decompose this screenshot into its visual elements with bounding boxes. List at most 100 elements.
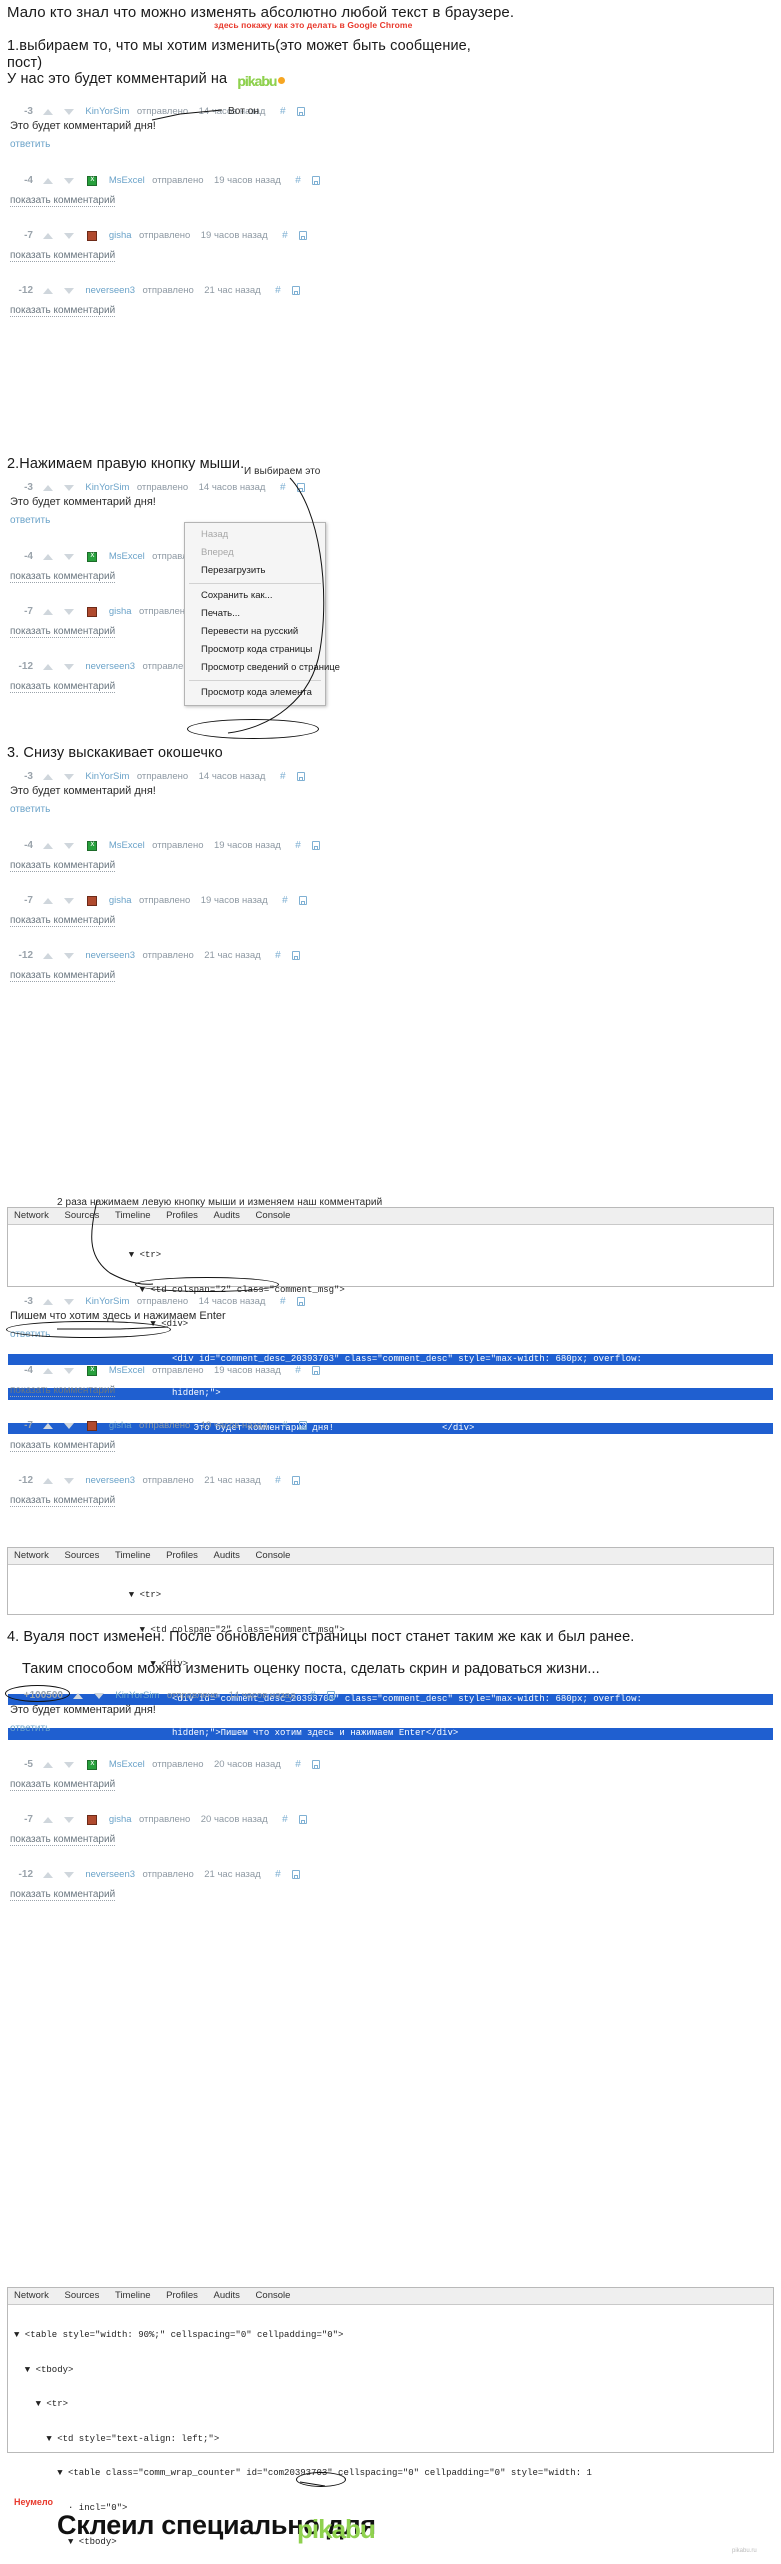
comment-author-link[interactable]: gisha bbox=[109, 230, 132, 241]
tab-console[interactable]: Console bbox=[256, 1208, 291, 1224]
menu-item-reload[interactable]: Перезагрузить bbox=[185, 562, 325, 580]
permalink-icon[interactable]: # bbox=[310, 1690, 316, 1701]
permalink-icon[interactable]: # bbox=[275, 1475, 281, 1486]
show-comment-link[interactable]: показать комментарий bbox=[10, 250, 116, 262]
comment-author-link[interactable]: gisha bbox=[109, 1814, 132, 1825]
tab-audits[interactable]: Audits bbox=[214, 2288, 240, 2304]
downvote-icon[interactable] bbox=[63, 608, 74, 615]
comment-author-link[interactable]: MsExcel bbox=[109, 175, 145, 186]
save-icon[interactable] bbox=[296, 1297, 305, 1307]
comment-author-link[interactable]: KinYorSim bbox=[85, 1296, 129, 1307]
tab-audits[interactable]: Audits bbox=[214, 1548, 240, 1564]
comment-author-link[interactable]: neverseen3 bbox=[85, 285, 135, 296]
save-icon[interactable] bbox=[299, 1815, 308, 1825]
downvote-icon[interactable] bbox=[63, 952, 74, 959]
downvote-icon[interactable] bbox=[63, 553, 74, 560]
permalink-icon[interactable]: # bbox=[282, 895, 288, 906]
show-comment-link[interactable]: показать комментарий bbox=[10, 571, 116, 583]
upvote-icon[interactable] bbox=[43, 232, 54, 239]
permalink-icon[interactable]: # bbox=[275, 285, 281, 296]
permalink-icon[interactable]: # bbox=[275, 950, 281, 961]
devtools-tabbar[interactable]: Network Sources Timeline Profiles Audits… bbox=[8, 1548, 773, 1565]
upvote-icon[interactable] bbox=[43, 897, 54, 904]
upvote-icon[interactable] bbox=[43, 1298, 54, 1305]
downvote-icon[interactable] bbox=[63, 1422, 74, 1429]
tab-network[interactable]: Network bbox=[14, 1548, 49, 1564]
downvote-icon[interactable] bbox=[63, 1367, 74, 1374]
reply-link[interactable]: ответить bbox=[10, 139, 50, 150]
permalink-icon[interactable]: # bbox=[282, 230, 288, 241]
upvote-icon[interactable] bbox=[43, 484, 54, 491]
upvote-icon[interactable] bbox=[43, 1422, 54, 1429]
dom-line[interactable]: ▼ <tr> bbox=[8, 2399, 773, 2411]
downvote-icon[interactable] bbox=[93, 1692, 104, 1699]
show-comment-link[interactable]: показать комментарий bbox=[10, 1385, 116, 1397]
menu-item-print[interactable]: Печать... bbox=[185, 605, 325, 623]
upvote-icon[interactable] bbox=[43, 287, 54, 294]
save-icon[interactable] bbox=[312, 1760, 321, 1770]
save-icon[interactable] bbox=[312, 841, 321, 851]
upvote-icon[interactable] bbox=[73, 1692, 84, 1699]
downvote-icon[interactable] bbox=[63, 773, 74, 780]
menu-item-forward[interactable]: Вперед bbox=[185, 544, 325, 562]
upvote-icon[interactable] bbox=[43, 663, 54, 670]
show-comment-link[interactable]: показать комментарий bbox=[10, 305, 116, 317]
comment-author-link[interactable]: MsExcel bbox=[109, 1365, 145, 1376]
comment-author-link[interactable]: gisha bbox=[109, 606, 132, 617]
downvote-icon[interactable] bbox=[63, 1477, 74, 1484]
permalink-icon[interactable]: # bbox=[280, 1296, 286, 1307]
upvote-icon[interactable] bbox=[43, 553, 54, 560]
comment-author-link[interactable]: KinYorSim bbox=[85, 482, 129, 493]
save-icon[interactable] bbox=[296, 772, 305, 782]
upvote-icon[interactable] bbox=[43, 608, 54, 615]
permalink-icon[interactable]: # bbox=[282, 1420, 288, 1431]
save-icon[interactable] bbox=[299, 1421, 308, 1431]
comment-author-link[interactable]: MsExcel bbox=[109, 551, 145, 562]
permalink-icon[interactable]: # bbox=[280, 482, 286, 493]
comment-author-link[interactable]: neverseen3 bbox=[85, 950, 135, 961]
permalink-icon[interactable]: # bbox=[275, 1869, 281, 1880]
menu-item-save-as[interactable]: Сохранить как... bbox=[185, 587, 325, 605]
show-comment-link[interactable]: показать комментарий bbox=[10, 970, 116, 982]
save-icon[interactable] bbox=[292, 951, 301, 961]
downvote-icon[interactable] bbox=[63, 287, 74, 294]
downvote-icon[interactable] bbox=[63, 842, 74, 849]
show-comment-link[interactable]: показать комментарий bbox=[10, 1495, 116, 1507]
tab-audits[interactable]: Audits bbox=[214, 1208, 240, 1224]
comment-author-link[interactable]: KinYorSim bbox=[85, 771, 129, 782]
downvote-icon[interactable] bbox=[63, 108, 74, 115]
comment-author-link[interactable]: KinYorSim bbox=[115, 1690, 159, 1701]
comment-author-link[interactable]: gisha bbox=[109, 895, 132, 906]
upvote-icon[interactable] bbox=[43, 952, 54, 959]
save-icon[interactable] bbox=[296, 483, 305, 493]
tab-timeline[interactable]: Timeline bbox=[115, 1548, 151, 1564]
tab-profiles[interactable]: Profiles bbox=[166, 1208, 198, 1224]
upvote-icon[interactable] bbox=[43, 177, 54, 184]
tab-network[interactable]: Network bbox=[14, 2288, 49, 2304]
show-comment-link[interactable]: показать комментарий bbox=[10, 1779, 116, 1791]
comment-author-link[interactable]: neverseen3 bbox=[85, 1475, 135, 1486]
tab-profiles[interactable]: Profiles bbox=[166, 1548, 198, 1564]
show-comment-link[interactable]: показать комментарий bbox=[10, 681, 116, 693]
reply-link[interactable]: ответить bbox=[10, 515, 50, 526]
upvote-icon[interactable] bbox=[43, 773, 54, 780]
menu-item-back[interactable]: Назад bbox=[185, 526, 325, 544]
upvote-icon[interactable] bbox=[43, 1477, 54, 1484]
save-icon[interactable] bbox=[299, 231, 308, 241]
downvote-icon[interactable] bbox=[63, 897, 74, 904]
permalink-icon[interactable]: # bbox=[295, 840, 301, 851]
devtools-tabbar[interactable]: Network Sources Timeline Profiles Audits… bbox=[8, 2288, 773, 2305]
show-comment-link[interactable]: показать комментарий bbox=[10, 195, 116, 207]
upvote-icon[interactable] bbox=[43, 1871, 54, 1878]
devtools-tabbar[interactable]: Network Sources Timeline Profiles Audits… bbox=[8, 1208, 773, 1225]
tab-console[interactable]: Console bbox=[256, 1548, 291, 1564]
downvote-icon[interactable] bbox=[63, 484, 74, 491]
tab-profiles[interactable]: Profiles bbox=[166, 2288, 198, 2304]
upvote-icon[interactable] bbox=[43, 1761, 54, 1768]
downvote-icon[interactable] bbox=[63, 1298, 74, 1305]
dom-line[interactable]: ▼ <table style="width: 90%;" cellspacing… bbox=[8, 2330, 773, 2342]
show-comment-link[interactable]: показать комментарий bbox=[10, 1889, 116, 1901]
menu-item-translate[interactable]: Перевести на русский bbox=[185, 623, 325, 641]
save-icon[interactable] bbox=[296, 107, 305, 117]
show-comment-link[interactable]: показать комментарий bbox=[10, 860, 116, 872]
